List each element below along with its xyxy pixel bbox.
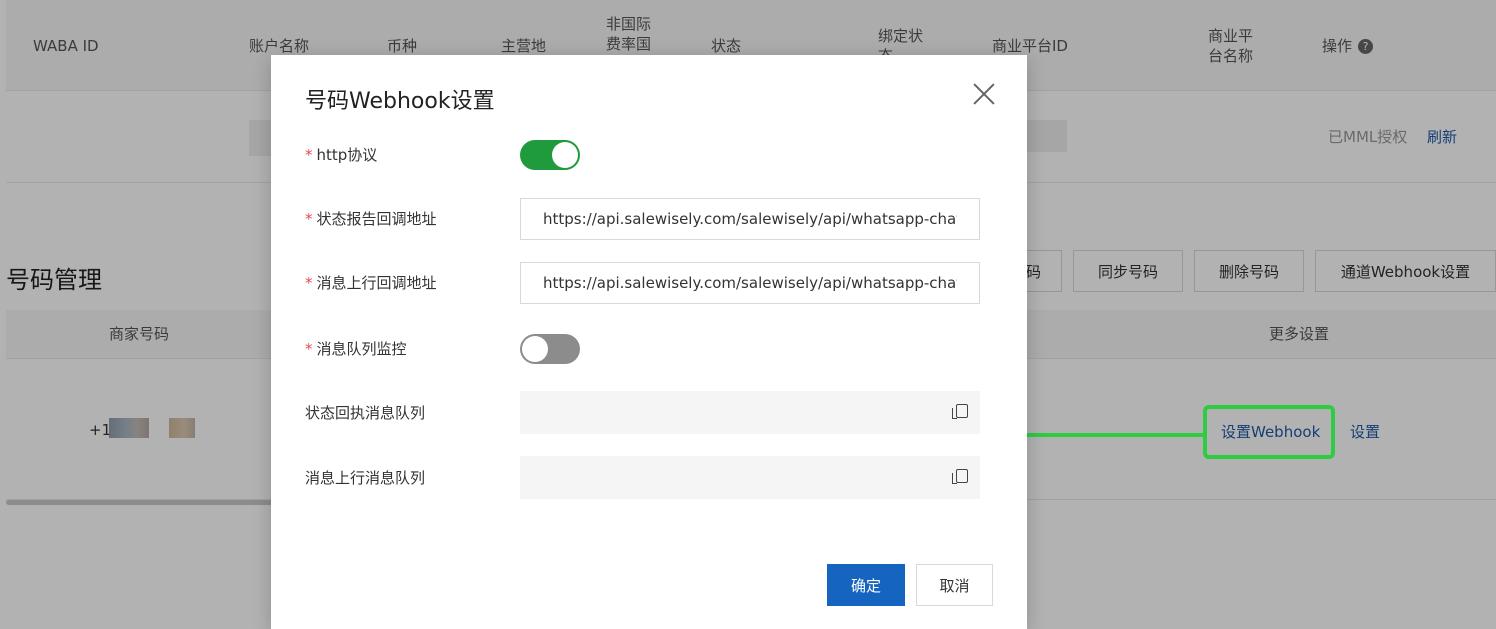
msg-queue-label: 消息上行消息队列	[305, 469, 426, 487]
queue-monitor-toggle[interactable]	[520, 334, 580, 364]
msg-callback-input[interactable]	[520, 262, 980, 304]
msg-callback-label: * 消息上行回调地址	[305, 273, 437, 293]
confirm-button[interactable]: 确定	[827, 564, 905, 606]
close-icon[interactable]	[971, 81, 997, 107]
copy-icon[interactable]	[952, 469, 968, 484]
modal-title: 号码Webhook设置	[305, 89, 495, 114]
http-protocol-text: http协议	[316, 146, 378, 164]
required-marker: *	[305, 274, 313, 292]
annotation-highlight-box	[1203, 405, 1335, 459]
status-callback-label: * 状态报告回调地址	[305, 209, 437, 229]
toggle-knob	[522, 336, 548, 362]
status-queue-field	[520, 391, 980, 434]
queue-monitor-label: * 消息队列监控	[305, 339, 407, 359]
http-protocol-toggle[interactable]	[520, 140, 580, 170]
required-marker: *	[305, 210, 313, 228]
required-marker: *	[305, 146, 313, 164]
cancel-button[interactable]: 取消	[916, 564, 993, 606]
required-marker: *	[305, 340, 313, 358]
webhook-settings-modal: 号码Webhook设置 *http协议 *状态报告回调地址 *消息上行回调地址 …	[271, 55, 1027, 629]
msg-callback-text: 消息上行回调地址	[316, 274, 437, 292]
annotation-arrow-line	[1020, 433, 1204, 437]
status-queue-label: 状态回执消息队列	[305, 404, 426, 422]
msg-queue-field	[520, 456, 980, 499]
status-callback-input[interactable]	[520, 198, 980, 240]
http-protocol-label: * http协议	[305, 145, 377, 165]
copy-icon[interactable]	[952, 404, 968, 419]
toggle-knob	[552, 142, 578, 168]
queue-monitor-text: 消息队列监控	[316, 340, 407, 358]
status-callback-text: 状态报告回调地址	[316, 210, 437, 228]
